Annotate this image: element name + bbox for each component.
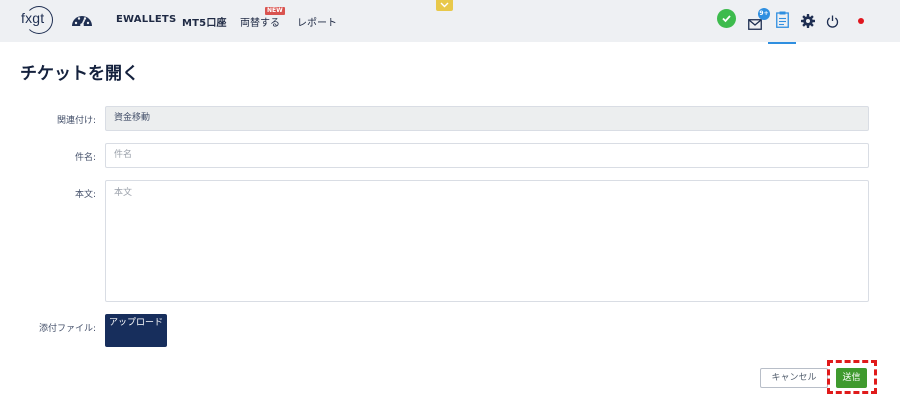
- new-badge: NEW: [265, 7, 285, 15]
- subject-label: 件名:: [74, 153, 96, 163]
- speedometer-icon[interactable]: [70, 10, 94, 32]
- active-tab-indicator: [768, 42, 796, 44]
- attachment-label: 添付ファイル:: [38, 324, 96, 334]
- relation-field: 資金移動: [105, 106, 869, 131]
- top-navigation-bar: fxgt EWALLETS MT5口座 両替する NEW レポート 9+: [0, 0, 900, 44]
- fxgt-logo[interactable]: fxgt: [21, 6, 53, 36]
- collapse-toggle[interactable]: [436, 0, 453, 11]
- subject-input[interactable]: 件名: [105, 143, 869, 168]
- mail-count-badge: 9+: [758, 8, 770, 20]
- check-circle-icon: [722, 15, 731, 23]
- japan-flag-icon[interactable]: [858, 18, 864, 24]
- cancel-button[interactable]: キャンセル: [760, 368, 828, 388]
- upload-button[interactable]: アップロード: [105, 314, 167, 347]
- nav-mt5-accounts[interactable]: MT5口座: [182, 14, 227, 29]
- verified-status-button[interactable]: [717, 9, 736, 28]
- power-icon[interactable]: [826, 13, 839, 32]
- nav-exchange[interactable]: 両替する: [240, 14, 280, 29]
- body-textarea[interactable]: 本文: [105, 180, 869, 302]
- clipboard-icon[interactable]: [776, 11, 789, 32]
- nav-ewallets[interactable]: EWALLETS: [116, 14, 176, 25]
- chevron-down-icon: [440, 2, 449, 8]
- relation-label: 関連付け:: [56, 116, 96, 126]
- nav-reports[interactable]: レポート: [297, 14, 337, 29]
- submit-button[interactable]: 送信: [836, 368, 867, 388]
- gear-icon[interactable]: [801, 13, 815, 32]
- logo-text: fxgt: [21, 10, 45, 26]
- page-title: チケットを開く: [20, 64, 139, 84]
- body-label: 本文:: [74, 190, 96, 200]
